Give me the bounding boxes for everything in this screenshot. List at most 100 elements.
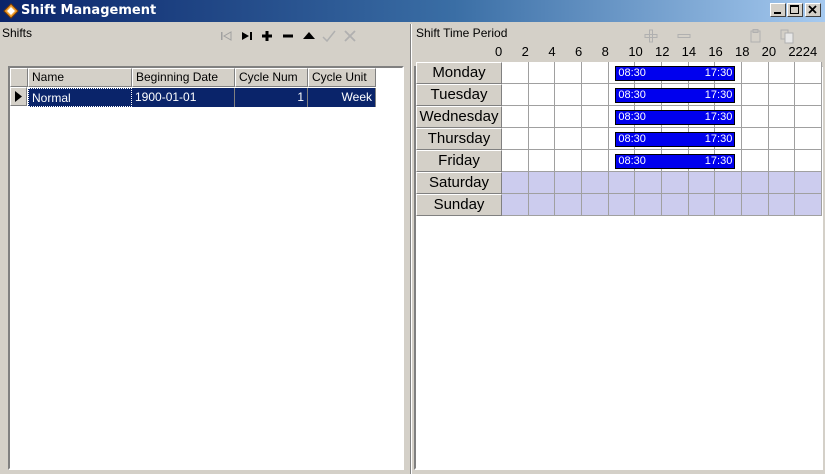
day-row-tuesday[interactable]: 08:30 17:30 [502,84,822,106]
time-cell[interactable] [795,194,822,216]
time-cell[interactable] [555,84,582,106]
cell-cycle-num[interactable]: 1 [235,88,308,107]
time-cell[interactable] [582,84,609,106]
time-cell[interactable] [795,172,822,194]
time-cell[interactable] [555,128,582,150]
shift-period-bar[interactable]: 08:30 17:30 [615,66,736,81]
splitter[interactable] [410,24,412,474]
time-cell[interactable] [742,84,769,106]
time-cell[interactable] [742,128,769,150]
column-header-cycle-unit[interactable]: Cycle Unit [308,68,376,87]
cell-beginning-date[interactable]: 1900-01-01 [132,88,235,107]
time-cell[interactable] [688,194,716,216]
time-cell[interactable] [582,150,609,172]
shift-period-bar[interactable]: 08:30 17:30 [615,110,736,125]
time-cell[interactable] [662,194,689,216]
shifts-grid[interactable]: Name Beginning Date Cycle Num Cycle Unit… [8,66,404,470]
day-row-saturday[interactable] [502,172,822,194]
column-header-beginning-date[interactable]: Beginning Date [132,68,235,87]
time-cell[interactable] [502,62,529,84]
time-cell[interactable] [742,172,769,194]
time-cell[interactable] [528,150,556,172]
time-cell[interactable] [715,194,742,216]
time-cell[interactable] [795,128,822,150]
time-cell[interactable] [528,128,556,150]
time-cell[interactable] [528,62,556,84]
time-cell[interactable] [662,172,689,194]
column-header-cycle-num[interactable]: Cycle Num [235,68,308,87]
last-icon[interactable] [239,28,255,44]
time-cell[interactable] [768,194,796,216]
time-cell[interactable] [502,84,529,106]
day-label-friday[interactable]: Friday [416,150,502,172]
time-cell[interactable] [742,62,769,84]
time-cell[interactable] [528,194,556,216]
move-up-icon[interactable] [301,28,317,44]
time-cell[interactable] [502,128,529,150]
day-label-saturday[interactable]: Saturday [416,172,502,194]
title-bar[interactable]: Shift Management [0,0,825,22]
time-cell[interactable] [635,172,662,194]
day-label-monday[interactable]: Monday [416,62,502,84]
time-cell[interactable] [795,62,822,84]
time-cell[interactable] [742,106,769,128]
time-cell[interactable] [768,106,796,128]
schedule-grid[interactable]: 0 2 4 6 8 10 12 14 16 18 20 2224 Monday 08:30 17:30 Tu… [416,42,822,470]
maximize-button[interactable] [787,3,803,17]
time-cell[interactable] [555,150,582,172]
close-button[interactable] [805,3,821,17]
time-cell[interactable] [635,194,662,216]
time-cell[interactable] [742,194,769,216]
confirm-icon[interactable] [321,28,337,44]
first-icon[interactable] [218,28,234,44]
cell-cycle-unit[interactable]: Week [308,88,376,107]
time-cell[interactable] [582,62,609,84]
shift-period-bar[interactable]: 08:30 17:30 [615,88,736,103]
time-cell[interactable] [768,62,796,84]
time-cell[interactable] [795,106,822,128]
time-cell[interactable] [582,106,609,128]
time-cell[interactable] [502,172,529,194]
time-cell[interactable] [795,150,822,172]
cancel-icon[interactable] [342,28,358,44]
time-cell[interactable] [555,62,582,84]
time-cell[interactable] [608,172,636,194]
time-cell[interactable] [795,84,822,106]
day-row-sunday[interactable] [502,194,822,216]
day-row-thursday[interactable]: 08:30 17:30 [502,128,822,150]
shift-period-bar[interactable]: 08:30 17:30 [615,154,736,169]
time-cell[interactable] [502,106,529,128]
time-cell[interactable] [582,172,609,194]
time-cell[interactable] [608,194,636,216]
time-cell[interactable] [555,194,582,216]
time-cell[interactable] [768,172,796,194]
time-cell[interactable] [502,150,529,172]
time-cell[interactable] [555,106,582,128]
cell-name[interactable]: Normal [28,88,132,107]
row-pointer-icon[interactable] [10,87,27,106]
day-row-wednesday[interactable]: 08:30 17:30 [502,106,822,128]
minimize-button[interactable] [770,3,786,17]
day-label-wednesday[interactable]: Wednesday [416,106,502,128]
day-label-tuesday[interactable]: Tuesday [416,84,502,106]
time-cell[interactable] [768,84,796,106]
column-header-name[interactable]: Name [28,68,132,87]
time-cell[interactable] [768,150,796,172]
time-cell[interactable] [715,172,742,194]
day-label-sunday[interactable]: Sunday [416,194,502,216]
time-cell[interactable] [742,150,769,172]
day-row-monday[interactable]: 08:30 17:30 [502,62,822,84]
shift-period-bar[interactable]: 08:30 17:30 [615,132,736,147]
time-cell[interactable] [502,194,529,216]
time-cell[interactable] [555,172,582,194]
time-cell[interactable] [688,172,716,194]
time-cell[interactable] [582,128,609,150]
day-row-friday[interactable]: 08:30 17:30 [502,150,822,172]
time-cell[interactable] [528,172,556,194]
time-cell[interactable] [582,194,609,216]
time-cell[interactable] [528,106,556,128]
time-cell[interactable] [528,84,556,106]
add-icon[interactable] [259,28,275,44]
time-cell[interactable] [768,128,796,150]
delete-icon[interactable] [280,28,296,44]
